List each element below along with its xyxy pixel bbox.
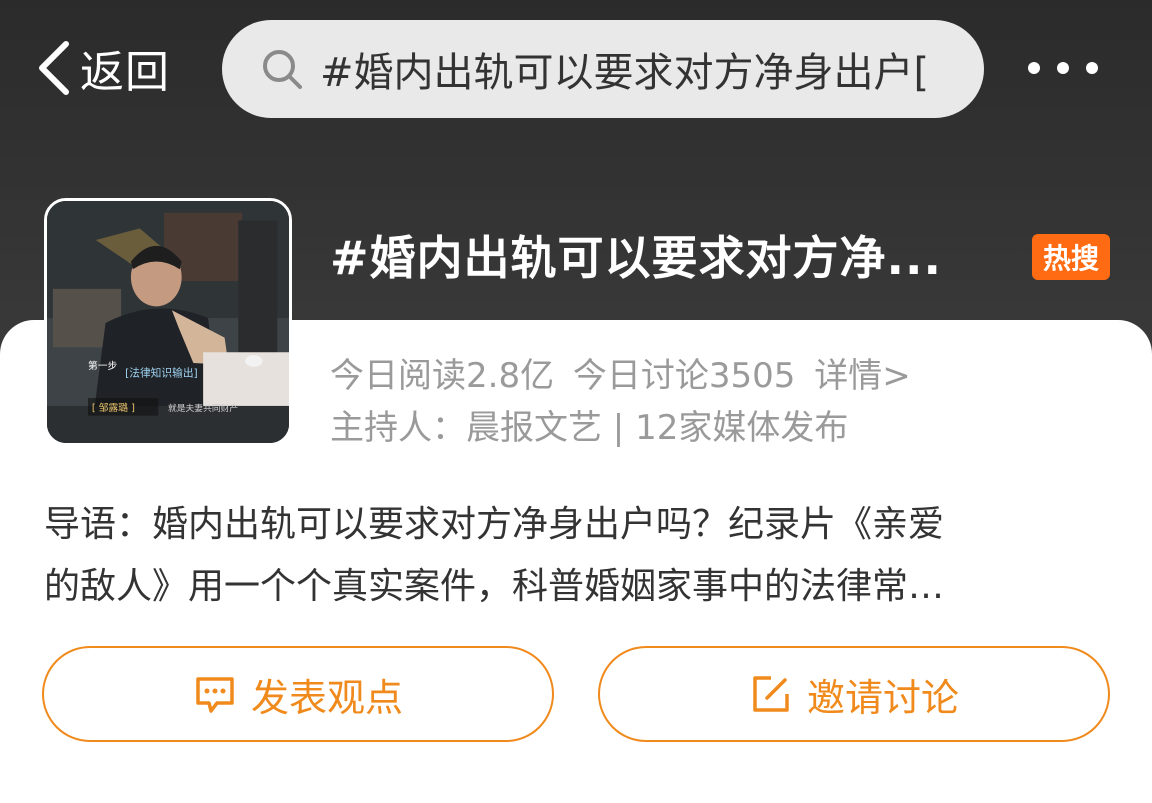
cover-step-label: 第一步 [88, 359, 117, 372]
read-count: 今日阅读2.8亿 [330, 356, 555, 396]
post-opinion-button[interactable]: 发表观点 [42, 646, 554, 742]
details-link[interactable]: 详情> [814, 356, 911, 396]
more-dots-icon [1086, 62, 1098, 74]
more-button[interactable] [1028, 56, 1098, 80]
topic-host: 主持人：晨报文艺 | 12家媒体发布 [330, 408, 849, 448]
topic-title: #婚内出轨可以要求对方净... [330, 231, 942, 285]
more-dots-icon [1028, 62, 1040, 74]
cover-name-label: [ 邹露璐 ] [92, 401, 135, 414]
intro-line: 的敌人》用一个个真实案件，科普婚姻家事中的法律常… [44, 566, 945, 607]
chevron-left-icon [39, 41, 69, 95]
discuss-count: 今日讨论3505 [572, 356, 796, 396]
invite-discussion-button[interactable]: 邀请讨论 [598, 646, 1110, 742]
cover-tag-label: [法律知识输出] [125, 367, 198, 380]
back-button[interactable]: 返回 [34, 36, 170, 100]
cover-illustration: 第一步 [法律知识输出] [ 邹露璐 ] 就是夫妻共同财产 [47, 201, 289, 443]
post-opinion-label: 发表观点 [250, 675, 403, 720]
topic-stats: 今日阅读2.8亿 今日讨论3505 详情> [330, 348, 919, 397]
comment-icon [196, 677, 234, 713]
topic-intro[interactable]: 导语：婚内出轨可以要求对方净身出户吗？纪录片《亲爱 的敌人》用一个个真实案件，科… [44, 494, 1114, 618]
intro-line: 导语：婚内出轨可以要求对方净身出户吗？纪录片《亲爱 [44, 504, 945, 545]
invite-discussion-label: 邀请讨论 [806, 675, 959, 720]
cover-caption: 就是夫妻共同财产 [168, 402, 238, 414]
search-icon [263, 50, 302, 89]
search-input[interactable]: #婚内出轨可以要求对方净身出户[ [222, 20, 984, 118]
more-dots-icon [1057, 62, 1069, 74]
back-label: 返回 [80, 47, 170, 98]
search-query-text: #婚内出轨可以要求对方净身出户[ [320, 50, 930, 96]
hot-search-badge: 热搜 [1032, 234, 1110, 280]
edit-icon [753, 676, 789, 712]
topic-cover-image[interactable]: 第一步 [法律知识输出] [ 邹露璐 ] 就是夫妻共同财产 [44, 198, 292, 446]
